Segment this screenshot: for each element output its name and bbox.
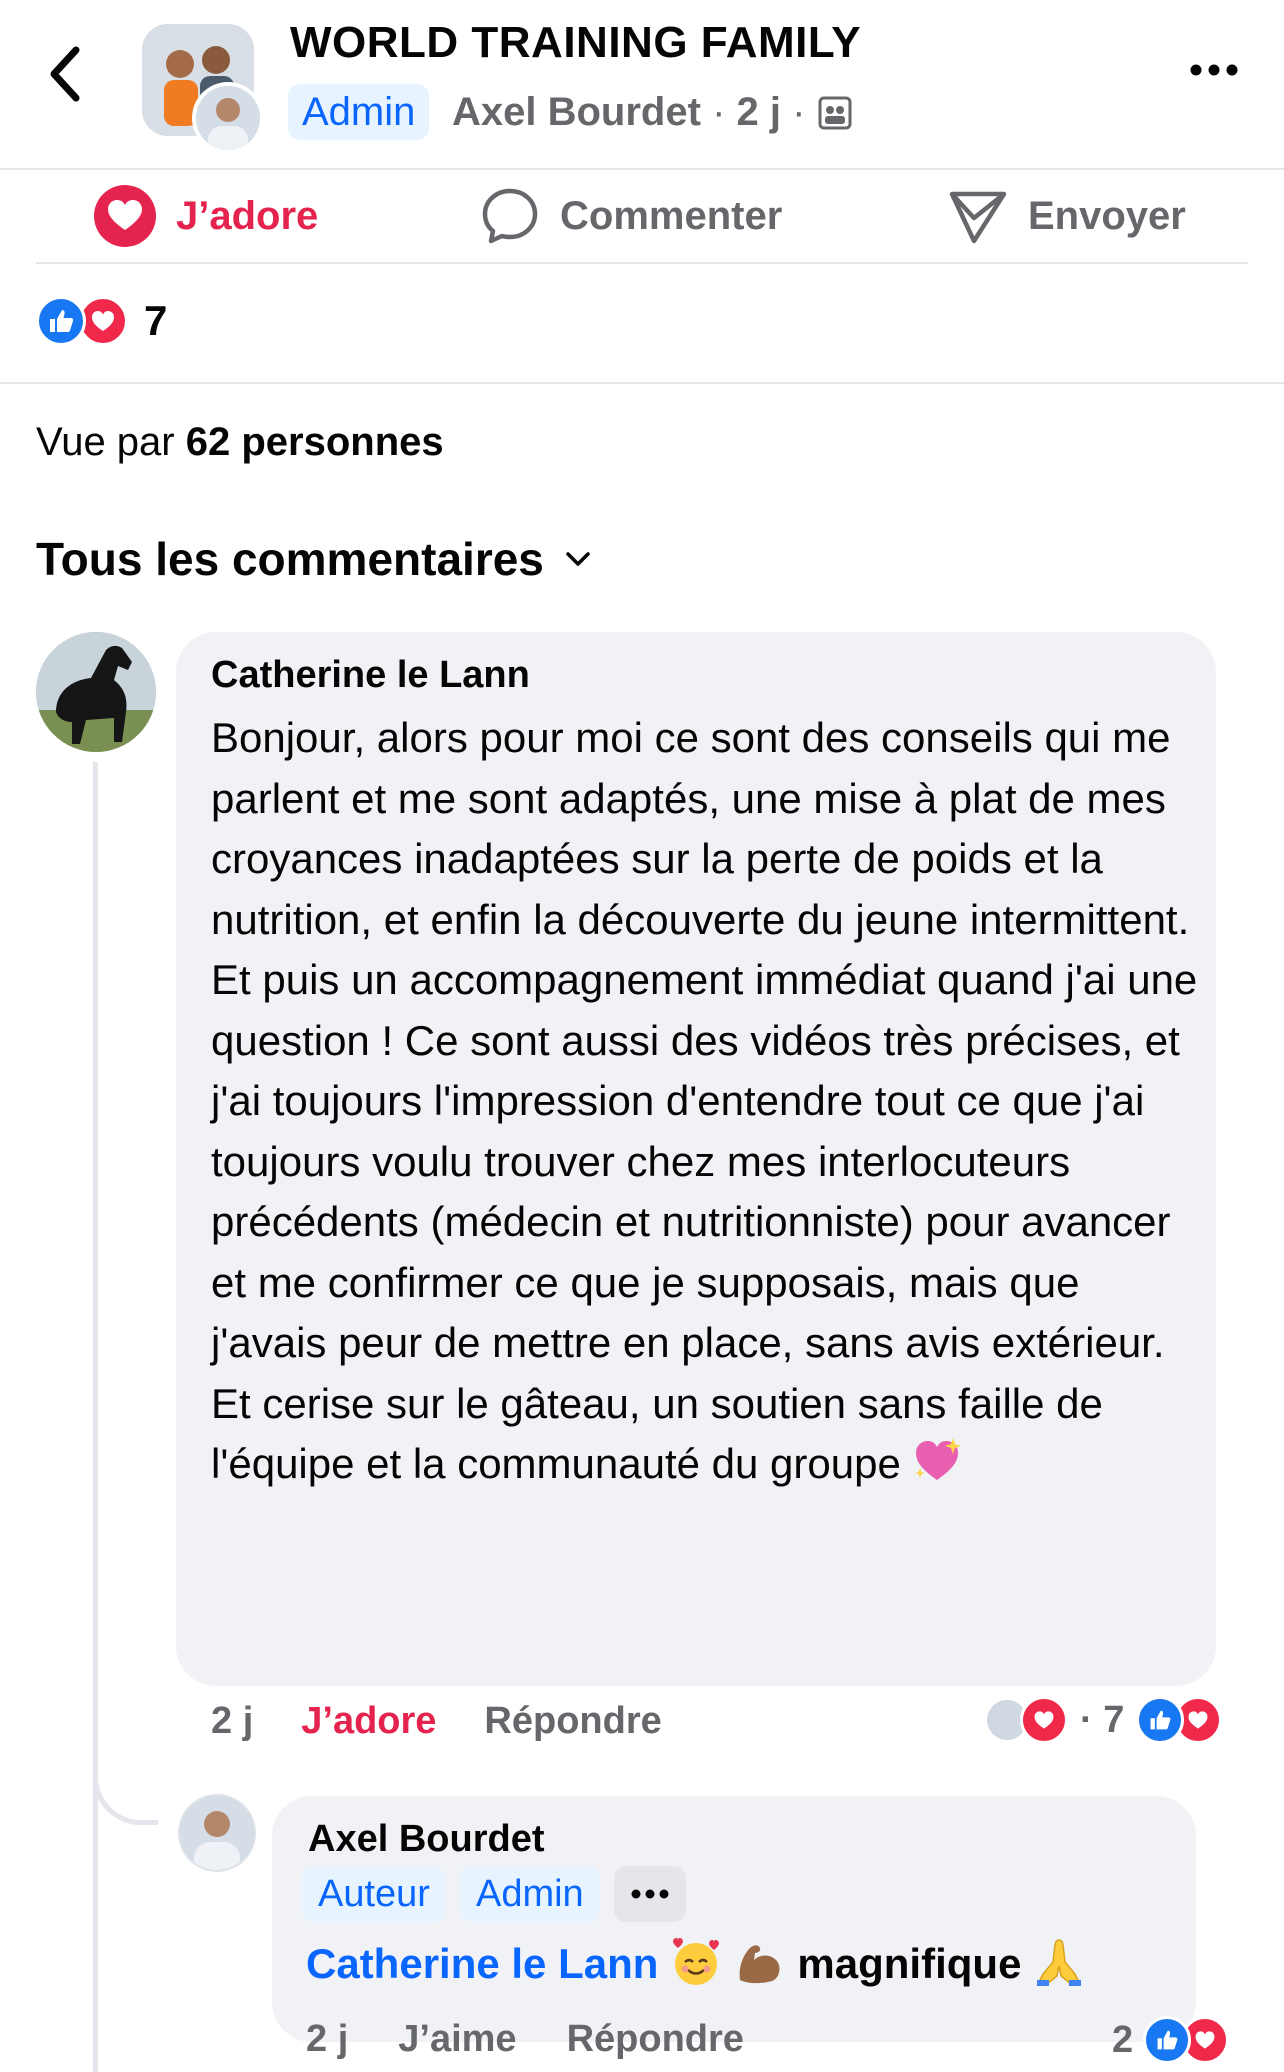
- comment-reactions[interactable]: · 7: [984, 1696, 1223, 1744]
- comment-bubble-icon: [482, 188, 538, 244]
- comment-actions: 2 j J’adore Répondre: [211, 1700, 662, 1743]
- more-dots-icon: [1190, 64, 1238, 76]
- comment-label: Commenter: [560, 193, 783, 238]
- comment-love-button[interactable]: J’adore: [301, 1700, 436, 1743]
- reply-like-button[interactable]: J’aime: [398, 2018, 516, 2061]
- comments-filter-dropdown[interactable]: Tous les commentaires: [36, 532, 592, 586]
- like-reaction-icon: [36, 296, 86, 346]
- reply-reaction-count: 2: [1112, 2018, 1134, 2061]
- avatar-person-icon: [180, 1796, 254, 1870]
- thread-connector: [93, 1740, 158, 1825]
- chevron-down-icon: [566, 552, 590, 566]
- reply-actions: 2 j J’aime Répondre: [306, 2018, 744, 2061]
- comment-author[interactable]: Catherine le Lann: [211, 654, 530, 697]
- smiling-hearts-emoji-icon: [673, 1937, 720, 1985]
- more-options-button[interactable]: [1188, 60, 1240, 80]
- reply-reactions[interactable]: 2: [1112, 2016, 1230, 2064]
- reply-author[interactable]: Axel Bourdet: [308, 1818, 544, 1861]
- seen-prefix: Vue par: [36, 420, 175, 464]
- thread-line: [93, 762, 98, 2072]
- heart-icon: [94, 185, 156, 247]
- love-button[interactable]: J’adore: [94, 170, 318, 262]
- meta-separator: ·: [712, 90, 726, 134]
- reply-time[interactable]: 2 j: [306, 2018, 348, 2061]
- author-avatar-small[interactable]: [192, 82, 264, 154]
- post-time[interactable]: 2 j: [737, 90, 781, 134]
- love-label: J’adore: [176, 193, 319, 238]
- comment-text: Bonjour, alors pour moi ce sont des cons…: [211, 708, 1201, 1495]
- post-meta: Axel Bourdet · 2 j ·: [452, 84, 853, 140]
- sparkling-heart-emoji-icon: [914, 1438, 961, 1480]
- back-button[interactable]: [46, 44, 86, 104]
- group-privacy-icon: [818, 96, 852, 130]
- meta-separator: ·: [792, 90, 806, 134]
- author-badge: Auteur: [302, 1866, 446, 1922]
- reply-author-avatar[interactable]: [178, 1794, 256, 1872]
- commenter-avatar[interactable]: [36, 632, 156, 752]
- horse-photo-icon: [36, 632, 156, 752]
- reply-badges: Auteur Admin: [302, 1866, 686, 1922]
- comment-reaction-count: · 7: [1080, 1698, 1125, 1741]
- badges-more-button[interactable]: [613, 1866, 686, 1922]
- comment-time[interactable]: 2 j: [211, 1700, 253, 1743]
- comment-body: Bonjour, alors pour moi ce sont des cons…: [211, 714, 1198, 1487]
- group-name[interactable]: WORLD TRAINING FAMILY: [290, 18, 861, 68]
- reaction-count: 7: [144, 297, 168, 344]
- send-label: Envoyer: [1028, 193, 1186, 238]
- admin-badge: Admin: [288, 84, 430, 140]
- mention-link[interactable]: Catherine le Lann: [306, 1940, 658, 1987]
- avatar-person-icon: [196, 86, 260, 150]
- seen-count: 62 personnes: [185, 420, 444, 464]
- reactions-summary[interactable]: 7: [36, 296, 167, 346]
- reply-reply-button[interactable]: Répondre: [567, 2018, 744, 2061]
- send-button[interactable]: Envoyer: [948, 170, 1186, 262]
- post-author[interactable]: Axel Bourdet: [452, 90, 701, 134]
- like-reaction-icon: [1143, 2016, 1192, 2064]
- flexed-biceps-emoji-icon: [739, 1945, 780, 1984]
- action-divider: [36, 262, 1248, 264]
- send-arrow-icon: [949, 191, 1007, 244]
- like-reaction-icon: [1136, 1696, 1185, 1744]
- more-dots-icon: [631, 1889, 669, 1899]
- admin-badge: Admin: [459, 1866, 600, 1922]
- chevron-left-icon: [50, 46, 80, 102]
- love-reaction-icon: [1020, 1696, 1068, 1744]
- comment-reply-button[interactable]: Répondre: [484, 1700, 661, 1743]
- reply-message: magnifique: [797, 1940, 1022, 1987]
- folded-hands-emoji-icon: [1037, 1939, 1082, 1986]
- comment-button[interactable]: Commenter: [480, 170, 782, 262]
- reply-text: Catherine le Lann magnifique: [306, 1936, 1085, 1991]
- comments-filter-label: Tous les commentaires: [36, 533, 544, 585]
- seen-by[interactable]: Vue par 62 personnes: [36, 420, 444, 465]
- reactions-divider: [0, 382, 1284, 384]
